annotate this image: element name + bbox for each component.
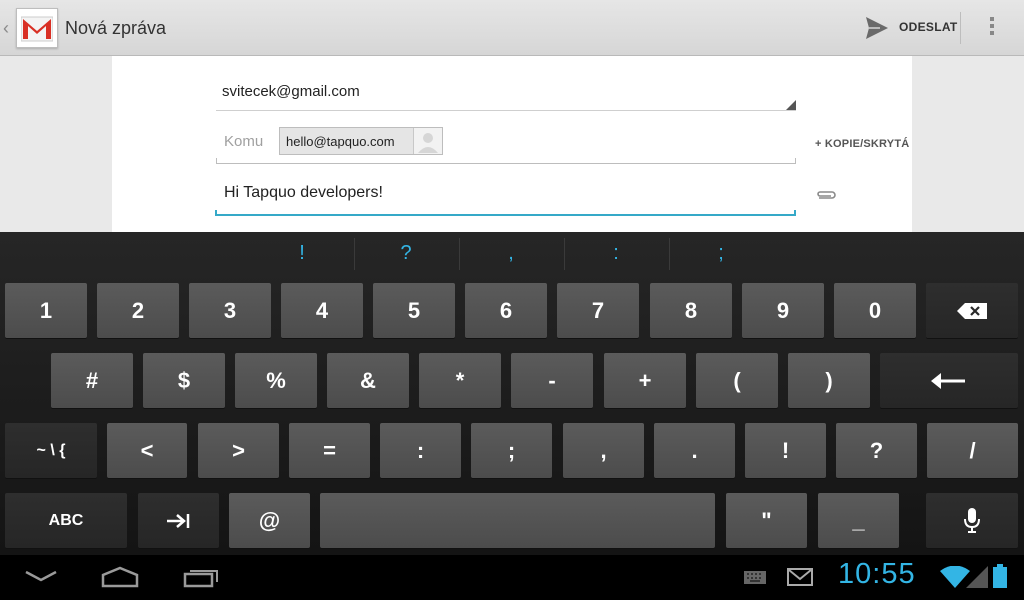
- key-7[interactable]: 7: [557, 283, 639, 338]
- key-0[interactable]: 0: [834, 283, 916, 338]
- key-close-paren[interactable]: ): [788, 353, 870, 408]
- to-underline-tick-right: [795, 158, 796, 163]
- space-key[interactable]: [320, 493, 715, 548]
- suggestion-divider: [459, 238, 460, 270]
- suggestion-divider: [354, 238, 355, 270]
- suggestion-5[interactable]: ;: [669, 242, 773, 265]
- page-title: Nová zpráva: [65, 18, 167, 38]
- key-hash[interactable]: #: [51, 353, 133, 408]
- send-icon: [866, 17, 888, 39]
- send-button[interactable]: ODESLAT: [860, 10, 958, 46]
- key-percent[interactable]: %: [235, 353, 317, 408]
- battery-icon: [993, 564, 1007, 588]
- key-period[interactable]: .: [654, 423, 735, 478]
- tab-key[interactable]: [138, 493, 219, 548]
- recipient-chip-text: hello@tapquo.com: [286, 134, 395, 149]
- key-comma[interactable]: ,: [563, 423, 644, 478]
- suggestion-1[interactable]: !: [250, 242, 354, 265]
- abc-key[interactable]: ABC: [5, 493, 127, 548]
- microphone-icon: [964, 507, 980, 533]
- signal-icon: [966, 566, 988, 588]
- key-3[interactable]: 3: [189, 283, 271, 338]
- to-underline-tick-left: [216, 158, 217, 163]
- status-clock: 10:55: [838, 558, 916, 590]
- key-greater-than[interactable]: >: [198, 423, 279, 478]
- key-semicolon[interactable]: ;: [471, 423, 552, 478]
- enter-icon: [931, 372, 965, 389]
- backspace-icon: [957, 302, 987, 319]
- recipient-chip[interactable]: hello@tapquo.com: [279, 127, 443, 155]
- send-label: ODESLAT: [899, 20, 958, 34]
- key-ampersand[interactable]: &: [327, 353, 409, 408]
- key-exclamation[interactable]: !: [745, 423, 826, 478]
- action-bar-divider: [960, 12, 961, 44]
- gmail-app-icon[interactable]: [16, 8, 58, 48]
- suggestion-strip: ! ? , : ;: [0, 232, 1024, 276]
- key-underscore[interactable]: _: [818, 493, 899, 548]
- key-4[interactable]: 4: [281, 283, 363, 338]
- key-plus[interactable]: +: [604, 353, 686, 408]
- key-asterisk[interactable]: *: [419, 353, 501, 408]
- key-dollar[interactable]: $: [143, 353, 225, 408]
- suggestion-4[interactable]: :: [564, 242, 668, 265]
- more-symbols-key[interactable]: ~ \ {: [5, 423, 97, 478]
- overflow-menu-icon[interactable]: [978, 14, 1006, 42]
- paperclip-icon[interactable]: [815, 188, 837, 207]
- enter-key[interactable]: [880, 353, 1018, 408]
- gmail-notification-icon: [787, 568, 813, 586]
- key-at[interactable]: @: [229, 493, 310, 548]
- to-label: Komu: [224, 133, 264, 150]
- key-minus[interactable]: -: [511, 353, 593, 408]
- to-underline: [216, 163, 796, 164]
- suggestion-divider: [564, 238, 565, 270]
- key-colon[interactable]: :: [380, 423, 461, 478]
- from-account-select[interactable]: svitecek@gmail.com: [222, 83, 360, 100]
- key-equals[interactable]: =: [289, 423, 370, 478]
- subject-input[interactable]: Hi Tapquo developers!: [224, 184, 383, 202]
- subject-underline: [216, 214, 796, 216]
- key-6[interactable]: 6: [465, 283, 547, 338]
- recent-apps-icon[interactable]: [182, 566, 220, 588]
- tab-icon: [166, 513, 189, 528]
- keyboard-notification-icon: [744, 571, 766, 584]
- suggestion-3[interactable]: ,: [459, 242, 563, 265]
- home-icon[interactable]: [100, 566, 140, 588]
- subject-underline-tick-right: [794, 210, 796, 216]
- from-underline: [216, 110, 796, 111]
- add-cc-bcc-button[interactable]: + KOPIE/SKRYTÁ: [815, 138, 909, 150]
- key-9[interactable]: 9: [742, 283, 824, 338]
- key-quote[interactable]: ": [726, 493, 807, 548]
- voice-input-key[interactable]: [926, 493, 1018, 548]
- key-less-than[interactable]: <: [107, 423, 187, 478]
- key-8[interactable]: 8: [650, 283, 732, 338]
- key-slash[interactable]: /: [927, 423, 1018, 478]
- key-question[interactable]: ?: [836, 423, 917, 478]
- backspace-key[interactable]: [926, 283, 1018, 338]
- suggestion-2[interactable]: ?: [354, 242, 458, 265]
- key-open-paren[interactable]: (: [696, 353, 778, 408]
- contact-avatar-icon: [413, 128, 442, 154]
- hide-keyboard-icon[interactable]: [24, 568, 58, 584]
- key-1[interactable]: 1: [5, 283, 87, 338]
- action-bar: ‹ Nová zpráva ODESLAT: [0, 0, 1024, 56]
- key-2[interactable]: 2: [97, 283, 179, 338]
- subject-underline-tick-left: [215, 210, 217, 216]
- key-5[interactable]: 5: [373, 283, 455, 338]
- dropdown-corner-icon: [786, 100, 796, 110]
- suggestion-divider: [669, 238, 670, 270]
- up-navigation-icon[interactable]: ‹: [3, 18, 9, 39]
